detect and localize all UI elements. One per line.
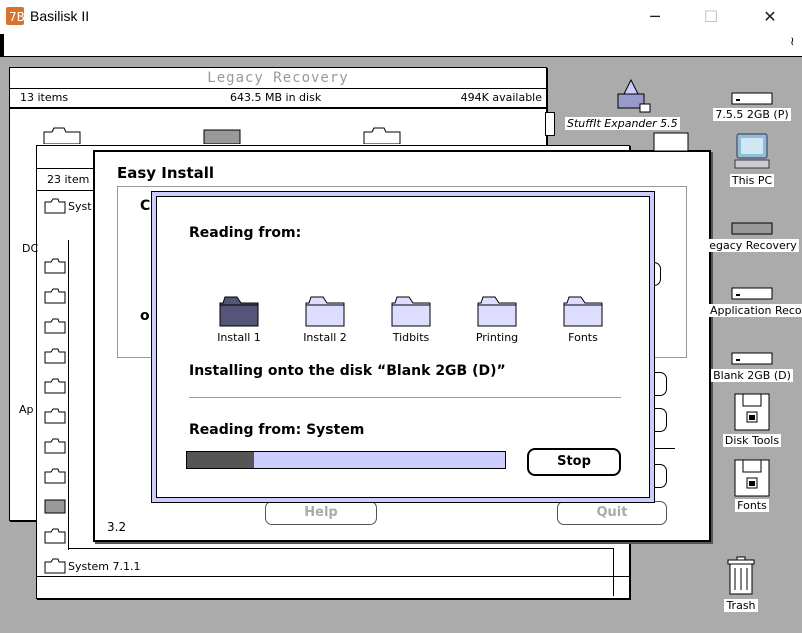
folder-label: Install 2 <box>303 331 347 344</box>
reading-from-label: Reading from: <box>189 225 302 241</box>
folder-icon[interactable] <box>362 126 402 144</box>
install1-folder-icon <box>219 296 259 327</box>
resize-glyph-icon: ≀ <box>790 34 795 48</box>
printing-folder-icon <box>477 296 517 327</box>
quit-button[interactable]: Quit <box>557 501 667 525</box>
progress-dialog-frame: Reading from: Install 1 Install 2 Tidbit… <box>151 191 655 503</box>
host-window-title: Basilisk II <box>30 8 90 24</box>
available-space: 494K available <box>460 91 542 104</box>
stop-button[interactable]: Stop <box>527 448 621 476</box>
folder-icon[interactable] <box>44 408 66 424</box>
progress-dialog[interactable]: Reading from: Install 1 Install 2 Tidbit… <box>156 196 650 498</box>
desktop-icon-label[interactable]: egacy Recovery <box>704 239 802 252</box>
version-label: 3.2 <box>107 520 127 534</box>
folder-icon[interactable] <box>44 198 66 214</box>
disk-usage: 643.5 MB in disk <box>230 91 322 104</box>
desktop-icon-label[interactable]: Blank 2GB (D) <box>708 369 796 382</box>
scroll-arrow[interactable] <box>545 112 555 136</box>
dialog-divider <box>189 397 621 398</box>
desktop-icon-label[interactable]: Trash <box>716 599 766 612</box>
folder-icon[interactable] <box>44 528 66 544</box>
file-list <box>44 193 74 583</box>
system-711-label[interactable]: System 7.1.1 <box>68 560 141 573</box>
desktop-icon-label[interactable]: Disk Tools <box>716 434 788 447</box>
menubar-corner <box>0 34 4 56</box>
easy-install-title: Easy Install <box>117 164 215 182</box>
progress-bar <box>186 451 506 469</box>
disk-icon[interactable] <box>44 498 66 514</box>
folder-icon[interactable] <box>44 318 66 334</box>
folder-icon[interactable] <box>44 558 66 574</box>
mac-menubar <box>0 34 802 57</box>
minimize-button[interactable]: ─ <box>640 6 670 28</box>
progress-bar-fill <box>187 452 254 468</box>
installing-target-label: Installing onto the disk “Blank 2GB (D)” <box>189 363 506 379</box>
drive-icon[interactable] <box>730 220 774 236</box>
footer-divider <box>37 576 629 577</box>
folder-icon[interactable] <box>44 348 66 364</box>
install2-folder-icon <box>305 296 345 327</box>
folder-label: Fonts <box>568 331 598 344</box>
desktop-icon-label[interactable]: 7.5.5 2GB (P) <box>708 108 796 121</box>
items-count: 23 item <box>47 173 90 186</box>
folder-label: Install 1 <box>217 331 261 344</box>
help-button[interactable]: Help <box>265 501 377 525</box>
folder-label: Printing <box>475 331 519 344</box>
header-divider <box>10 108 546 109</box>
desktop-icon-label[interactable]: This PC <box>720 174 784 187</box>
folder-icon[interactable] <box>44 468 66 484</box>
desktop-icon-label[interactable]: Application Reco <box>708 304 802 317</box>
reading-system-label: Reading from: System <box>189 422 365 438</box>
folder-icon[interactable] <box>44 438 66 454</box>
folder-icon[interactable] <box>42 126 82 144</box>
disk-icon[interactable] <box>202 126 242 144</box>
stuffit-expander-icon[interactable] <box>610 76 652 114</box>
legacy-window-header: 13 items 643.5 MB in disk 494K available <box>10 89 546 108</box>
close-button[interactable]: ✕ <box>755 6 785 28</box>
disk-drive-icon[interactable] <box>730 285 774 301</box>
svg-text:7B: 7B <box>9 10 24 24</box>
tidbits-folder-icon <box>391 296 431 327</box>
floppy-disk-icon[interactable] <box>733 392 771 432</box>
left-label-dc: DC <box>22 242 39 255</box>
window-edge <box>68 548 614 549</box>
legacy-window-title: Legacy Recovery <box>10 68 546 89</box>
floppy-disk-icon[interactable] <box>733 458 771 498</box>
disk-drive-icon[interactable] <box>730 350 774 366</box>
disk-drive-icon[interactable] <box>730 90 774 106</box>
basilisk-app-icon: 7B <box>6 7 24 25</box>
items-count: 13 items <box>20 91 69 104</box>
document-icon[interactable] <box>652 131 690 151</box>
fonts-folder-icon <box>563 296 603 327</box>
left-label-app: Ap <box>19 403 34 416</box>
host-titlebar <box>0 0 802 34</box>
option-label: o <box>140 308 150 324</box>
maximize-button[interactable]: ☐ <box>696 6 726 28</box>
option-label: C <box>140 198 151 214</box>
window-edge <box>613 548 614 596</box>
folder-icon[interactable] <box>44 258 66 274</box>
window-edge <box>68 240 69 550</box>
trash-icon[interactable] <box>726 556 756 596</box>
stuffit-label[interactable]: StuffIt Expander 5.5 <box>565 117 680 130</box>
folder-icon[interactable] <box>44 378 66 394</box>
desktop-icon-label[interactable]: Fonts <box>722 499 782 512</box>
folder-icon[interactable] <box>44 288 66 304</box>
folder-label: Tidbits <box>392 331 430 344</box>
system-folder-label[interactable]: Syst <box>68 200 92 213</box>
this-pc-icon[interactable] <box>733 132 771 172</box>
